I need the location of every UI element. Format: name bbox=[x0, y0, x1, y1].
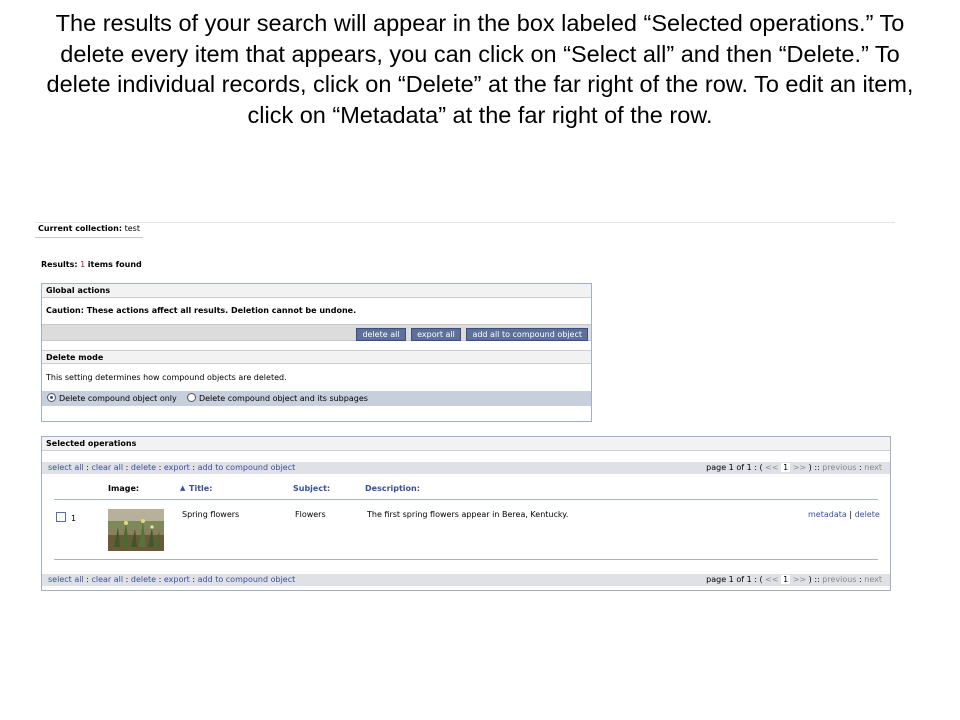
column-title[interactable]: Title: bbox=[189, 484, 212, 493]
add-to-compound-link-bottom[interactable]: add to compound object bbox=[198, 575, 296, 584]
global-actions-panel: Global actions Caution: These actions af… bbox=[41, 283, 592, 422]
ops-toolbar-top: select all : clear all : delete : export… bbox=[42, 462, 890, 474]
row-checkbox[interactable] bbox=[56, 512, 66, 522]
delete-link-bottom[interactable]: delete bbox=[131, 575, 156, 584]
export-link[interactable]: export bbox=[164, 463, 190, 472]
selected-operations-title: Selected operations bbox=[42, 437, 890, 451]
clear-all-link[interactable]: clear all bbox=[91, 463, 123, 472]
radio-compound-only[interactable] bbox=[47, 393, 56, 402]
row-title: Spring flowers bbox=[182, 510, 240, 519]
collection-tab: Current collection: test bbox=[35, 223, 143, 238]
delete-mode-options: Delete compound object only Delete compo… bbox=[42, 391, 591, 406]
delete-mode-title: Delete mode bbox=[42, 350, 591, 364]
row-subject: Flowers bbox=[295, 510, 326, 519]
toolbar-sep: : bbox=[125, 463, 129, 472]
global-actions-title: Global actions bbox=[42, 284, 591, 298]
collection-value: test bbox=[124, 224, 140, 233]
export-all-button[interactable]: export all bbox=[411, 328, 461, 341]
pager-sep: : bbox=[859, 575, 862, 584]
radio-compound-only-label: Delete compound object only bbox=[59, 394, 177, 403]
results-summary: Results: 1 items found bbox=[41, 259, 142, 270]
radio-compound-and-subpages-label: Delete compound object and its subpages bbox=[198, 394, 368, 403]
row-description: The first spring flowers appear in Berea… bbox=[367, 510, 569, 519]
pager-close: ) :: bbox=[808, 463, 820, 472]
pager-current-page[interactable]: 1 bbox=[781, 463, 791, 472]
toolbar-sep: : bbox=[192, 463, 196, 472]
global-actions-button-bar: delete all export all add all to compoun… bbox=[42, 324, 591, 341]
column-description[interactable]: Description: bbox=[365, 484, 420, 493]
toolbar-sep: : bbox=[125, 575, 129, 584]
pager-next-arrows: >> bbox=[792, 575, 807, 584]
pager-prev-arrows: << bbox=[765, 575, 779, 584]
row-actions-pipe: | bbox=[849, 510, 853, 519]
pager-next-arrows: >> bbox=[792, 463, 807, 472]
row-number: 1 bbox=[71, 514, 77, 523]
pager-next: next bbox=[864, 463, 882, 472]
pager-next: next bbox=[864, 575, 882, 584]
flowers-photo-icon bbox=[108, 509, 164, 551]
pager-current-page[interactable]: 1 bbox=[781, 575, 791, 584]
selected-operations-panel: Selected operations select all : clear a… bbox=[41, 436, 891, 591]
collection-label: Current collection: bbox=[38, 224, 123, 233]
collection-bar: Current collection: test bbox=[35, 222, 895, 238]
delete-mode-description: This setting determines how compound obj… bbox=[46, 373, 287, 382]
pager-previous: previous bbox=[822, 575, 857, 584]
row-metadata-link[interactable]: metadata bbox=[808, 510, 847, 519]
clear-all-link-bottom[interactable]: clear all bbox=[91, 575, 123, 584]
pager-close: ) :: bbox=[808, 575, 820, 584]
results-label: Results: bbox=[41, 260, 78, 269]
row-divider bbox=[54, 559, 878, 560]
select-all-link-bottom[interactable]: select all bbox=[48, 575, 84, 584]
toolbar-sep: : bbox=[86, 575, 89, 584]
pager-prev-arrows: << bbox=[765, 463, 779, 472]
delete-link[interactable]: delete bbox=[131, 463, 156, 472]
instruction-caption: The results of your search will appear i… bbox=[46, 10, 914, 128]
toolbar-sep: : bbox=[158, 575, 162, 584]
pager-page-label: page 1 of 1 : ( bbox=[706, 575, 763, 584]
column-image: Image: bbox=[108, 484, 140, 493]
pager-sep: : bbox=[859, 463, 862, 472]
add-to-compound-link[interactable]: add to compound object bbox=[198, 463, 296, 472]
column-subject[interactable]: Subject: bbox=[293, 484, 330, 493]
sort-ascending-icon[interactable]: ▲ bbox=[180, 484, 185, 492]
header-divider bbox=[54, 499, 878, 500]
row-thumbnail-image[interactable] bbox=[108, 509, 164, 551]
radio-compound-and-subpages[interactable] bbox=[186, 393, 196, 402]
caution-text: Caution: These actions affect all result… bbox=[46, 306, 357, 315]
toolbar-sep: : bbox=[86, 463, 89, 472]
toolbar-sep: : bbox=[192, 575, 196, 584]
toolbar-sep: : bbox=[158, 463, 162, 472]
row-delete-link[interactable]: delete bbox=[855, 510, 880, 519]
pager-bottom: page 1 of 1 : ( << 1 >> ) :: previous : … bbox=[706, 574, 882, 586]
pager-top: page 1 of 1 : ( << 1 >> ) :: previous : … bbox=[706, 462, 882, 474]
select-all-link[interactable]: select all bbox=[48, 463, 84, 472]
results-count: 1 bbox=[80, 260, 86, 269]
delete-all-button[interactable]: delete all bbox=[356, 328, 406, 341]
pager-page-label: page 1 of 1 : ( bbox=[706, 463, 763, 472]
add-all-to-compound-button[interactable]: add all to compound object bbox=[466, 328, 588, 341]
export-link-bottom[interactable]: export bbox=[164, 575, 190, 584]
row-actions: metadata | delete bbox=[808, 510, 880, 519]
ops-toolbar-bottom: select all : clear all : delete : export… bbox=[42, 574, 890, 586]
results-suffix: items found bbox=[87, 260, 142, 269]
pager-previous: previous bbox=[822, 463, 857, 472]
